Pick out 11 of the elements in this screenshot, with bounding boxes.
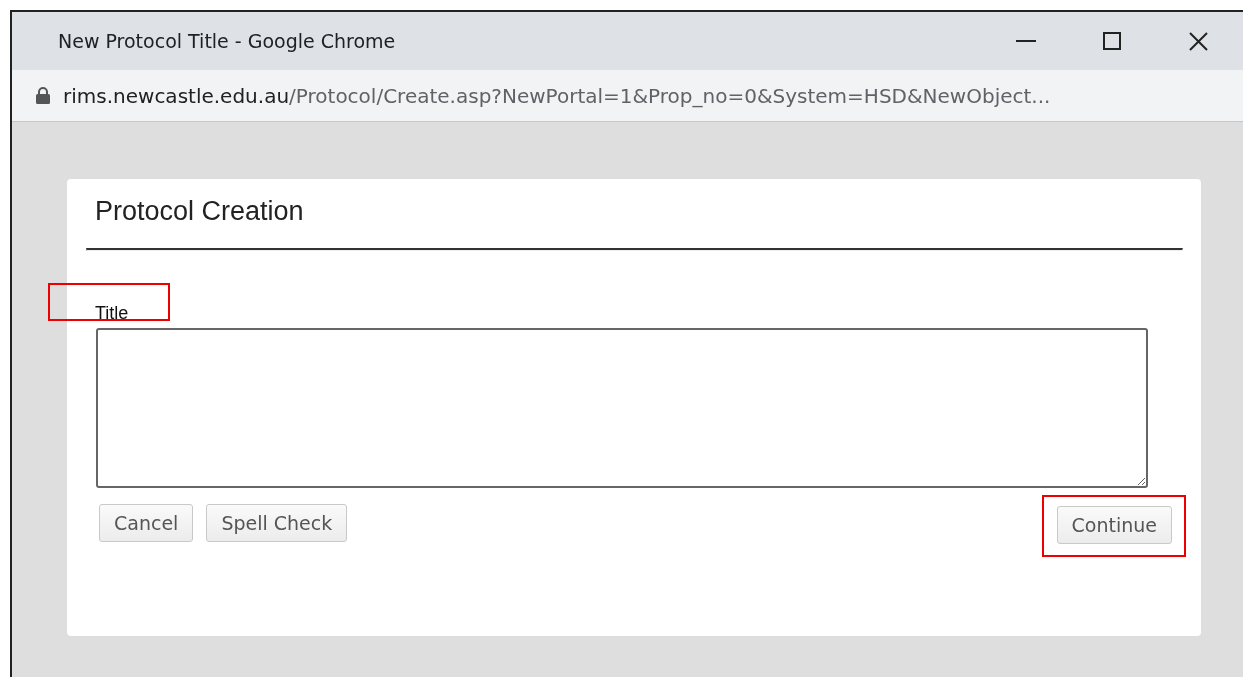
field-label: Title bbox=[95, 303, 129, 323]
form-button[interactable]: Continue bbox=[1056, 506, 1172, 544]
dialog-heading: Protocol Creation bbox=[94, 195, 305, 228]
form-button[interactable]: Spell Check bbox=[206, 504, 348, 542]
url-text[interactable]: rims.newcastle.edu.au/Protocol/Create.asp?NewPortal=1&Prop_no=0&System=HSD&NewObject... bbox=[63, 83, 1051, 108]
window-title: New Protocol Title - Google Chrome bbox=[58, 30, 397, 52]
close-icon[interactable] bbox=[1188, 31, 1208, 51]
lock-icon bbox=[36, 87, 50, 104]
title-field[interactable] bbox=[96, 328, 1148, 488]
maximize-icon[interactable] bbox=[1103, 32, 1121, 50]
form-button[interactable]: Cancel bbox=[99, 504, 194, 542]
